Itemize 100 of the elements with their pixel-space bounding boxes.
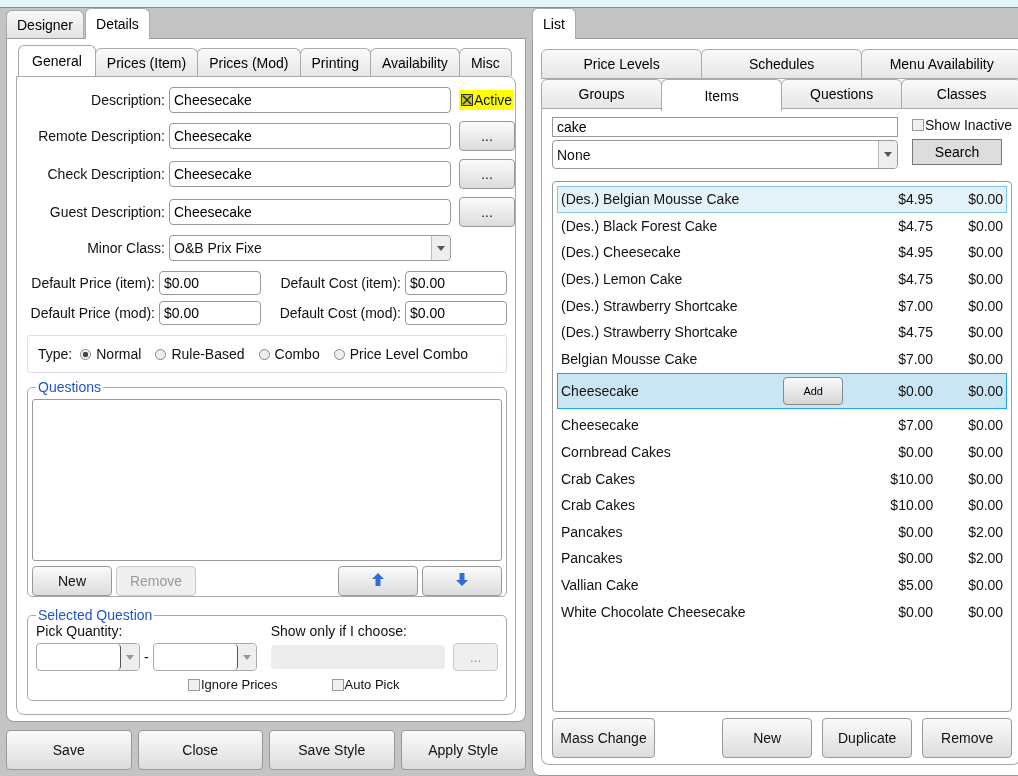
field-label: Description: bbox=[90, 92, 165, 108]
item-row[interactable]: (Des.) Belgian Mousse Cake $4.95 $0.00 bbox=[557, 186, 1008, 213]
list-action-button[interactable]: Remove bbox=[922, 718, 1013, 758]
window-tab[interactable]: Designer bbox=[6, 10, 85, 38]
item-name: White Chocolate Cheesecake bbox=[561, 603, 747, 620]
radio-option[interactable]: Price Level Combo bbox=[333, 346, 468, 362]
tab[interactable]: Availability bbox=[370, 48, 460, 76]
checkbox[interactable]: Ignore Prices bbox=[188, 677, 278, 692]
active-checkbox[interactable]: Active bbox=[459, 90, 515, 110]
tab[interactable]: Questions bbox=[781, 79, 903, 109]
question-button[interactable]: New bbox=[32, 566, 112, 596]
window-tab[interactable]: Details bbox=[85, 8, 150, 39]
text-field[interactable]: Cheesecake bbox=[169, 161, 451, 187]
item-row[interactable]: Pancakes $0.00 $2.00 bbox=[557, 518, 1008, 546]
tab[interactable]: Printing bbox=[299, 48, 371, 76]
field-label: Default Price (mod): bbox=[29, 305, 155, 321]
mass-change-button[interactable]: Mass Change bbox=[552, 718, 655, 758]
price-field[interactable]: $0.00 bbox=[405, 301, 507, 325]
item-cost: $0.00 bbox=[967, 297, 1004, 314]
search-button[interactable]: Search bbox=[912, 139, 1002, 165]
tab[interactable]: Menu Availability bbox=[861, 49, 1018, 79]
item-cost: $0.00 bbox=[967, 191, 1004, 208]
radio-option[interactable]: Normal bbox=[80, 346, 142, 362]
checkbox[interactable]: Auto Pick bbox=[331, 677, 400, 692]
item-price: $0.00 bbox=[897, 383, 934, 400]
text-field[interactable]: Cheesecake bbox=[169, 87, 451, 113]
action-button[interactable]: Apply Style bbox=[400, 730, 526, 770]
item-price: $0.00 bbox=[897, 523, 934, 540]
item-price: $4.95 bbox=[897, 244, 934, 261]
radio-option[interactable]: Combo bbox=[258, 346, 320, 362]
item-row[interactable]: Belgian Mousse Cake $7.00 $0.00 bbox=[557, 345, 1008, 373]
add-button[interactable]: Add bbox=[783, 377, 844, 406]
radio-option[interactable]: Rule-Based bbox=[155, 346, 245, 362]
caret-icon bbox=[126, 654, 134, 660]
item-row[interactable]: Crab Cakes $10.00 $0.00 bbox=[557, 465, 1008, 492]
minor-class-dropdown[interactable]: O&B Prix Fixe bbox=[169, 235, 451, 261]
item-row[interactable]: (Des.) Lemon Cake $4.75 $0.00 bbox=[557, 265, 1008, 293]
action-button[interactable]: Save bbox=[6, 730, 132, 770]
item-name: Cornbread Cakes bbox=[561, 444, 672, 461]
action-button[interactable]: Save Style bbox=[269, 730, 395, 770]
tab[interactable]: Prices (Mod) bbox=[197, 48, 301, 76]
text-field[interactable]: Cheesecake bbox=[169, 123, 451, 149]
item-cost: $0.00 bbox=[967, 217, 1004, 234]
tab[interactable]: Prices (Item) bbox=[94, 48, 199, 76]
item-cost: $0.00 bbox=[967, 470, 1004, 487]
tab[interactable]: Groups bbox=[541, 79, 663, 109]
item-cost: $0.00 bbox=[967, 417, 1004, 434]
tab[interactable]: Misc bbox=[458, 48, 512, 76]
down-arrow-icon bbox=[456, 573, 468, 586]
action-button[interactable]: Close bbox=[137, 730, 263, 770]
field-label: Default Cost (mod): bbox=[278, 305, 401, 321]
tab[interactable]: General bbox=[18, 45, 96, 76]
tab[interactable]: Price Levels bbox=[541, 49, 703, 79]
min-quantity-dropdown[interactable] bbox=[36, 643, 140, 671]
item-row[interactable]: Cheesecake $7.00 $0.00 bbox=[557, 412, 1008, 439]
move-down-button[interactable] bbox=[422, 566, 502, 596]
item-row[interactable]: (Des.) Black Forest Cake $4.75 $0.00 bbox=[557, 212, 1008, 240]
group-title: Questions bbox=[37, 379, 103, 395]
list-action-button[interactable]: New bbox=[722, 718, 813, 758]
filter-dropdown[interactable]: None bbox=[552, 140, 898, 169]
tab[interactable]: Classes bbox=[901, 79, 1018, 109]
browse-button[interactable]: ... bbox=[459, 197, 515, 227]
item-name: Belgian Mousse Cake bbox=[561, 350, 699, 367]
item-row[interactable]: (Des.) Cheesecake $4.95 $0.00 bbox=[557, 239, 1008, 266]
tab[interactable]: Items bbox=[661, 79, 783, 111]
item-row[interactable]: Cornbread Cakes $0.00 $0.00 bbox=[557, 438, 1008, 466]
item-row[interactable]: (Des.) Strawberry Shortcake $4.75 $0.00 bbox=[557, 318, 1008, 346]
range-separator: - bbox=[144, 649, 149, 665]
item-row[interactable]: Crab Cakes $10.00 $0.00 bbox=[557, 491, 1008, 519]
move-up-button[interactable] bbox=[338, 566, 418, 596]
item-cost: $0.00 bbox=[967, 271, 1004, 288]
item-cost: $2.00 bbox=[967, 523, 1004, 540]
item-name: Crab Cakes bbox=[561, 497, 636, 514]
text-field[interactable]: Cheesecake bbox=[169, 199, 451, 225]
item-row[interactable]: (Des.) Strawberry Shortcake $7.00 $0.00 bbox=[557, 292, 1008, 319]
item-name: (Des.) Strawberry Shortcake bbox=[561, 297, 739, 314]
browse-button[interactable]: ... bbox=[459, 121, 515, 151]
search-field[interactable]: cake bbox=[552, 117, 898, 137]
item-cost: $0.00 bbox=[967, 324, 1004, 341]
item-price: $0.00 bbox=[897, 603, 934, 620]
list-action-button[interactable]: Duplicate bbox=[822, 718, 913, 758]
window-tab[interactable]: List bbox=[532, 8, 576, 39]
item-row[interactable]: Cheesecake Add $0.00 $0.00 bbox=[557, 373, 1008, 410]
browse-button[interactable]: ... bbox=[459, 159, 515, 189]
price-field[interactable]: $0.00 bbox=[159, 271, 261, 295]
max-quantity-dropdown[interactable] bbox=[152, 643, 257, 671]
tab[interactable]: Schedules bbox=[701, 49, 863, 79]
item-price: $4.75 bbox=[897, 324, 934, 341]
price-field[interactable]: $0.00 bbox=[405, 271, 507, 295]
item-row[interactable]: Pancakes $0.00 $2.00 bbox=[557, 545, 1008, 572]
item-row[interactable]: Vallian Cake $5.00 $0.00 bbox=[557, 571, 1008, 599]
item-name: Cheesecake bbox=[561, 417, 640, 434]
item-price: $7.00 bbox=[897, 297, 934, 314]
item-row[interactable]: White Chocolate Cheesecake $0.00 $0.00 bbox=[557, 598, 1008, 625]
field-label: Check Description: bbox=[46, 166, 165, 182]
item-name: (Des.) Lemon Cake bbox=[561, 271, 684, 288]
item-name: (Des.) Strawberry Shortcake bbox=[561, 324, 739, 341]
item-cost: $0.00 bbox=[967, 444, 1004, 461]
item-name: (Des.) Cheesecake bbox=[561, 244, 682, 261]
price-field[interactable]: $0.00 bbox=[159, 301, 261, 325]
